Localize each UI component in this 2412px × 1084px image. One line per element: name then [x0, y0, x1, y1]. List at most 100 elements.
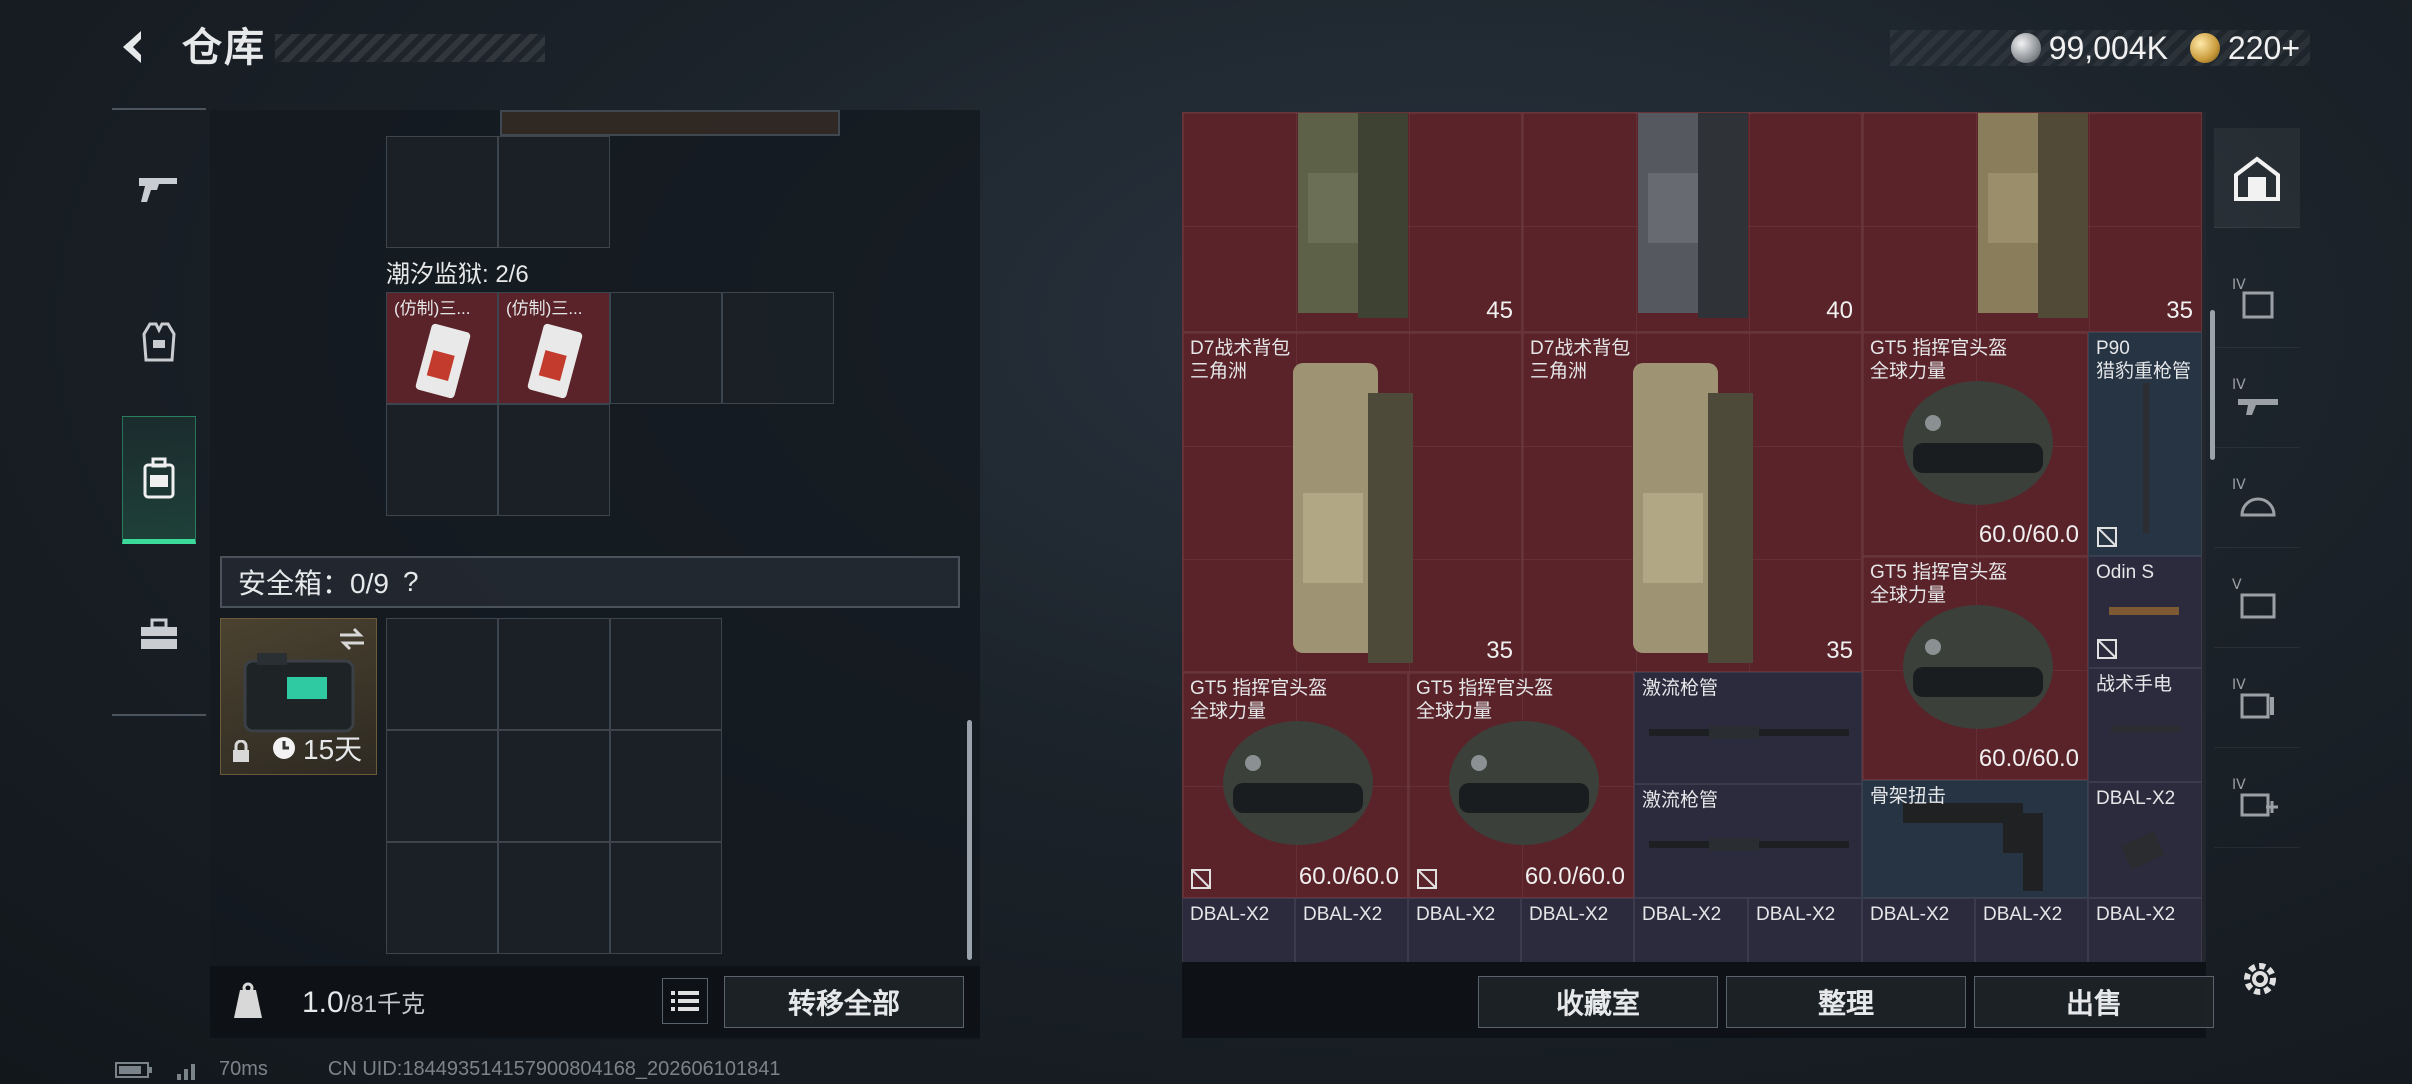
helmet-image — [1223, 721, 1373, 845]
grid-cell[interactable] — [386, 404, 498, 516]
svg-text:IV: IV — [2232, 377, 2246, 393]
stash-item-barrel[interactable]: 激流枪管 — [1634, 672, 1862, 784]
filter-armor[interactable]: IV — [2214, 248, 2300, 348]
tier-iv-ammo-icon: IV — [2232, 677, 2274, 718]
filter-weapons[interactable]: IV — [2214, 348, 2300, 448]
stash-item-dbal[interactable]: DBAL-X2 — [1748, 898, 1862, 962]
stash-item-p90-barrel[interactable]: P90 猎豹重枪管 — [2088, 332, 2202, 556]
stash-item-barrel[interactable]: 激流枪管 — [1634, 784, 1862, 898]
list-view-button[interactable] — [662, 978, 708, 1024]
tier-iv-rifle-icon: IV — [2232, 377, 2278, 415]
help-icon[interactable]: ? — [403, 566, 419, 598]
item-value: 40 — [1826, 297, 1853, 324]
stash-item-dbal[interactable]: DBAL-X2 — [1862, 898, 1975, 962]
filter-cases[interactable]: V — [2214, 548, 2300, 648]
weight-display: 1.0/81千克 — [302, 986, 426, 1019]
scope-image — [2109, 607, 2179, 615]
page-title: 仓库 — [182, 26, 266, 70]
safe-cell[interactable] — [386, 842, 498, 954]
unavailable-icon — [2097, 527, 2117, 547]
stash-item-backpack[interactable]: 35 — [1862, 112, 2202, 332]
stash-item-dbal[interactable]: DBAL-X2 — [1634, 898, 1748, 962]
backpack-item[interactable]: (仿制)三... — [386, 292, 498, 404]
stash-item-odin-s[interactable]: Odin S — [2088, 556, 2202, 668]
container-label: 潮汐监狱: 2/6 — [386, 261, 529, 288]
backpack-image — [1293, 363, 1413, 663]
left-scrollbar[interactable] — [967, 720, 972, 960]
safe-cell[interactable] — [386, 730, 498, 842]
stash-item-dbal[interactable]: DBAL-X2 — [1975, 898, 2088, 962]
ping-text: 70ms — [219, 1058, 268, 1080]
stash-item-dbal[interactable]: DBAL-X2 — [2088, 898, 2202, 962]
weight-icon — [234, 982, 262, 1018]
safe-cell[interactable] — [498, 842, 610, 954]
stash-item-stock[interactable]: 骨架扭击 — [1862, 780, 2088, 898]
stash-item-backpack[interactable]: 45 — [1182, 112, 1522, 332]
safe-cell[interactable] — [386, 618, 498, 730]
backpack-item[interactable]: (仿制)三... — [498, 292, 610, 404]
transfer-all-button[interactable]: 转移全部 — [724, 976, 964, 1028]
svg-text:IV: IV — [2232, 777, 2246, 793]
flashlight-image — [2111, 726, 2181, 732]
filter-helmets[interactable]: IV — [2214, 448, 2300, 548]
silver-coin-icon — [2010, 33, 2041, 63]
laser-image — [2120, 831, 2165, 870]
stash-item-gt5-helmet[interactable]: GT5 指挥官头盔 全球力量 60.0/60.0 — [1862, 332, 2088, 556]
backpack-image — [1978, 113, 2088, 318]
item-value: 35 — [1486, 637, 1513, 664]
vest-icon — [142, 322, 176, 362]
lock-icon — [233, 740, 249, 762]
item-value: 60.0/60.0 — [1524, 863, 1625, 890]
stash-item-dbal[interactable]: DBAL-X2 — [1521, 898, 1634, 962]
currency-gold[interactable]: 220+ — [2189, 30, 2300, 67]
safe-cell[interactable] — [498, 618, 610, 730]
signal-icon — [177, 1063, 195, 1080]
grid-cell[interactable] — [722, 292, 834, 404]
svg-text:IV: IV — [2232, 477, 2246, 493]
item-value: 35 — [1826, 637, 1853, 664]
stash-item-dbal[interactable]: DBAL-X2 — [1295, 898, 1408, 962]
item-value: 60.0/60.0 — [1978, 521, 2079, 548]
clock-icon — [273, 737, 295, 759]
organize-button[interactable]: 整理 — [1726, 976, 1966, 1028]
filter-medical[interactable]: IV — [2214, 748, 2300, 848]
currency-silver[interactable]: 99,004K — [2010, 30, 2168, 67]
stash-item-dbal[interactable]: DBAL-X2 — [1408, 898, 1521, 962]
filter-ammo[interactable]: IV — [2214, 648, 2300, 748]
backpack-image — [1298, 113, 1408, 318]
stash-item-gt5-helmet[interactable]: GT5 指挥官头盔 全球力量 60.0/60.0 — [1408, 672, 1634, 898]
nav-backpack[interactable] — [122, 416, 196, 544]
grid-cell[interactable] — [498, 136, 610, 248]
stash-item-flashlight[interactable]: 战术手电 — [2088, 668, 2202, 782]
backpack-icon — [143, 457, 175, 499]
safe-cell[interactable] — [610, 730, 722, 842]
collection-button[interactable]: 收藏室 — [1478, 976, 1718, 1028]
stash-item-d7-backpack[interactable]: D7战术背包 三角洲 35 — [1522, 332, 1862, 672]
stash-item-backpack[interactable]: 40 — [1522, 112, 1862, 332]
sell-button[interactable]: 出售 — [1974, 976, 2214, 1028]
safe-cell[interactable] — [610, 618, 722, 730]
list-icon — [671, 991, 699, 1011]
battery-icon — [115, 1061, 152, 1078]
grid-cell[interactable] — [386, 136, 498, 248]
grid-cell[interactable] — [498, 404, 610, 516]
stash-item-gt5-helmet[interactable]: GT5 指挥官头盔 全球力量 60.0/60.0 — [1862, 556, 2088, 780]
safe-cell[interactable] — [610, 842, 722, 954]
nav-armor[interactable] — [122, 278, 196, 406]
back-button[interactable] — [110, 22, 160, 72]
barrel-image — [2143, 383, 2149, 533]
settings-button[interactable] — [2236, 955, 2284, 1003]
grid-cell[interactable] — [610, 292, 722, 404]
stash-item-gt5-helmet[interactable]: GT5 指挥官头盔 全球力量 60.0/60.0 — [1182, 672, 1408, 898]
safe-cell[interactable] — [498, 730, 610, 842]
nav-tools[interactable] — [122, 570, 196, 698]
filter-all[interactable] — [2214, 128, 2300, 228]
nav-weapons[interactable] — [122, 124, 196, 252]
barrel-image — [1649, 726, 1849, 739]
stash-item-dbal[interactable]: DBAL-X2 — [1182, 898, 1295, 962]
stash-item-d7-backpack[interactable]: D7战术背包 三角洲 35 — [1182, 332, 1522, 672]
gear-icon — [2244, 963, 2276, 995]
item-value: 35 — [2166, 297, 2193, 324]
safe-box-item[interactable]: 15天 — [220, 618, 377, 775]
stash-item-dbal[interactable]: DBAL-X2 — [2088, 782, 2202, 898]
